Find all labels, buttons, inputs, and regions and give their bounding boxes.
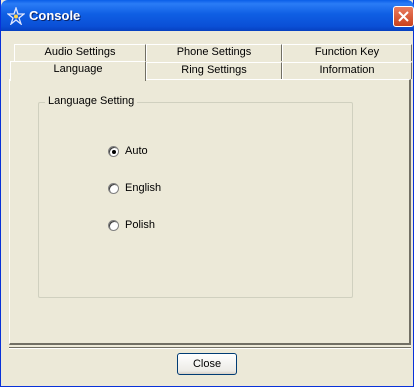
language-setting-group: Language Setting Auto English Polish [38, 95, 353, 298]
radio-label: Auto [125, 145, 148, 157]
radio-label: English [125, 182, 162, 194]
window-close-button[interactable] [393, 6, 414, 27]
radio-polish[interactable]: Polish [108, 217, 155, 233]
tab-label: Function Key [314, 46, 380, 58]
tab-audio-settings[interactable]: Audio Settings [14, 44, 146, 61]
radio-button[interactable] [108, 219, 119, 231]
tab-information[interactable]: Information [282, 62, 412, 79]
radio-button[interactable] [108, 145, 119, 157]
close-button[interactable]: Close [177, 353, 237, 375]
separator [9, 347, 411, 349]
tab-label: Audio Settings [44, 46, 116, 58]
title-bar[interactable]: Console [1, 0, 414, 31]
tab-label: Phone Settings [176, 46, 252, 58]
tab-label: Ring Settings [181, 64, 247, 76]
group-label: Language Setting [45, 95, 138, 107]
radio-auto[interactable]: Auto [108, 143, 148, 159]
radio-english[interactable]: English [108, 180, 161, 196]
tab-label: Information [319, 64, 375, 76]
close-icon [398, 11, 409, 22]
tab-function-key[interactable]: Function Key [282, 44, 412, 61]
tab-language[interactable]: Language [10, 61, 146, 81]
tab-ring-settings[interactable]: Ring Settings [146, 62, 282, 79]
radio-label: Polish [125, 219, 155, 231]
tab-label: Language [53, 63, 103, 75]
radio-button[interactable] [108, 182, 119, 194]
tab-phone-settings[interactable]: Phone Settings [146, 44, 282, 61]
star-icon [6, 5, 26, 26]
tab-panel-language: Language Setting Auto English Polish [9, 79, 411, 345]
console-window: Console Audio Settings Phone Settings Fu… [0, 0, 414, 387]
window-title: Console [29, 8, 81, 23]
